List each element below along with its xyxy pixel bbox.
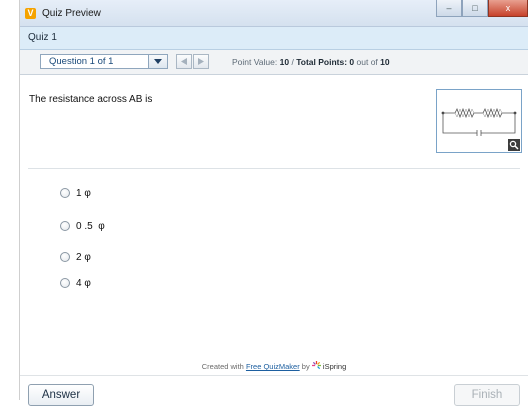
- ispring-logo-icon: [311, 361, 321, 370]
- quizmaker-link[interactable]: Free QuizMaker: [246, 362, 300, 371]
- chevron-down-icon[interactable]: [148, 55, 167, 68]
- answer-button[interactable]: Answer: [28, 384, 94, 406]
- question-select-value: Question 1 of 1: [49, 56, 114, 67]
- chevron-left-icon: [181, 58, 187, 65]
- background-window-edge: [0, 0, 20, 400]
- bottom-bar: Answer Finish: [20, 375, 528, 406]
- question-content: The resistance across AB is 1 φ 0 .5 φ 2…: [20, 75, 528, 375]
- chevron-right-icon: [198, 58, 204, 65]
- answer-label: 0 .5 φ: [76, 220, 105, 232]
- answer-option-1[interactable]: 1 φ: [60, 186, 91, 200]
- window-title-bar[interactable]: V Quiz Preview – □ x: [20, 0, 528, 27]
- answer-option-3[interactable]: 2 φ: [60, 250, 91, 264]
- answer-option-2[interactable]: 0 .5 φ: [60, 219, 105, 233]
- quiz-header: Quiz 1: [20, 27, 528, 50]
- radio-button[interactable]: [60, 221, 70, 231]
- answer-option-4[interactable]: 4 φ: [60, 276, 91, 290]
- answer-label: 1 φ: [76, 187, 91, 199]
- points-summary: Point Value: 10 / Total Points: 0 out of…: [232, 57, 390, 67]
- window-title: Quiz Preview: [42, 8, 101, 19]
- question-image-thumbnail[interactable]: [436, 89, 522, 153]
- app-logo-icon: V: [25, 8, 36, 19]
- quiz-title: Quiz 1: [28, 32, 57, 43]
- footer-credit: Created with Free QuizMaker by iSpring: [20, 361, 528, 371]
- next-question-button[interactable]: [193, 54, 209, 69]
- credit-text: Created with: [201, 362, 244, 371]
- previous-question-button[interactable]: [176, 54, 192, 69]
- points-separator: /: [291, 57, 294, 67]
- question-select[interactable]: Question 1 of 1: [40, 54, 168, 69]
- total-points-label: Total Points:: [296, 57, 348, 67]
- total-points-value: 0: [349, 57, 355, 67]
- finish-button[interactable]: Finish: [454, 384, 520, 406]
- point-value: 10: [279, 57, 290, 67]
- radio-button[interactable]: [60, 188, 70, 198]
- question-text: The resistance across AB is: [29, 94, 153, 105]
- quiz-preview-window: V Quiz Preview – □ x Quiz 1 Question 1 o…: [20, 0, 528, 406]
- ispring-brand: iSpring: [322, 362, 347, 371]
- content-divider: [28, 168, 520, 169]
- point-value-label: Point Value:: [232, 57, 278, 67]
- credit-by: by: [301, 362, 310, 371]
- minimize-button[interactable]: –: [436, 0, 462, 17]
- total-points-suffix: out of: [356, 57, 378, 67]
- zoom-icon[interactable]: [508, 139, 520, 151]
- radio-button[interactable]: [60, 252, 70, 262]
- window-controls: – □ x: [436, 0, 528, 18]
- total-points-max: 10: [380, 57, 390, 67]
- radio-button[interactable]: [60, 278, 70, 288]
- answer-label: 4 φ: [76, 277, 91, 289]
- close-button[interactable]: x: [488, 0, 528, 17]
- answer-label: 2 φ: [76, 251, 91, 263]
- maximize-button[interactable]: □: [462, 0, 488, 17]
- question-toolbar: Question 1 of 1 Point Value: 10 / Total …: [20, 50, 528, 75]
